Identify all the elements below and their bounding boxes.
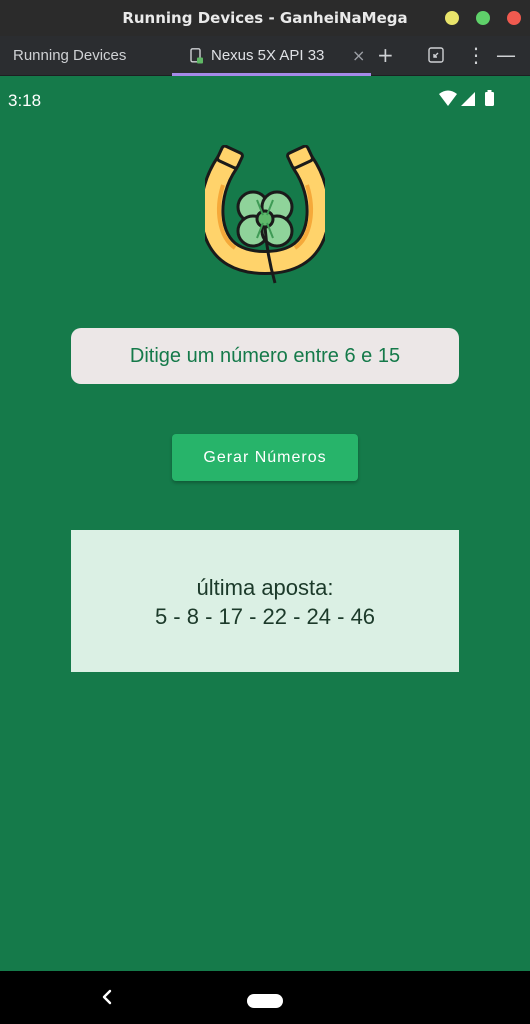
horseshoe-clover-icon — [205, 145, 325, 284]
window-title-bar: Running Devices - GanheiNaMega — [0, 0, 530, 36]
last-bet-label: última aposta: — [196, 575, 334, 600]
close-window-button[interactable] — [507, 11, 521, 25]
status-time: 3:18 — [8, 91, 42, 110]
generate-numbers-button[interactable]: Gerar Números — [172, 434, 358, 481]
tool-window-label: Running Devices — [13, 47, 127, 64]
device-screen: 3:18 Gerar Número — [0, 77, 530, 971]
device-tab-label: Nexus 5X API 33 — [211, 47, 325, 64]
signal-icon — [461, 92, 475, 106]
status-icons — [439, 90, 494, 106]
minimize-panel-icon[interactable]: — — [496, 44, 516, 66]
device-icon — [190, 48, 203, 64]
minimize-window-button[interactable] — [445, 11, 459, 25]
tab-device[interactable]: Nexus 5X API 33 × — [172, 36, 371, 76]
last-bet-panel: última aposta: 5 - 8 - 17 - 22 - 24 - 46 — [71, 530, 459, 672]
number-input[interactable] — [71, 328, 459, 384]
back-icon[interactable] — [100, 988, 114, 1006]
battery-icon — [485, 90, 494, 106]
navigation-bar — [0, 971, 530, 1024]
close-tab-icon[interactable]: × — [352, 46, 365, 65]
home-pill-button[interactable] — [247, 994, 283, 1008]
more-options-icon[interactable]: ⋮ — [466, 44, 486, 66]
add-device-icon[interactable]: + — [377, 44, 394, 66]
running-devices-toolbar: Running Devices Nexus 5X API 33 × + ⋮ — — [0, 36, 530, 76]
restore-icon[interactable] — [428, 47, 444, 63]
last-bet-numbers: 5 - 8 - 17 - 22 - 24 - 46 — [154, 604, 376, 629]
maximize-window-button[interactable] — [476, 11, 490, 25]
wifi-icon — [439, 90, 457, 106]
